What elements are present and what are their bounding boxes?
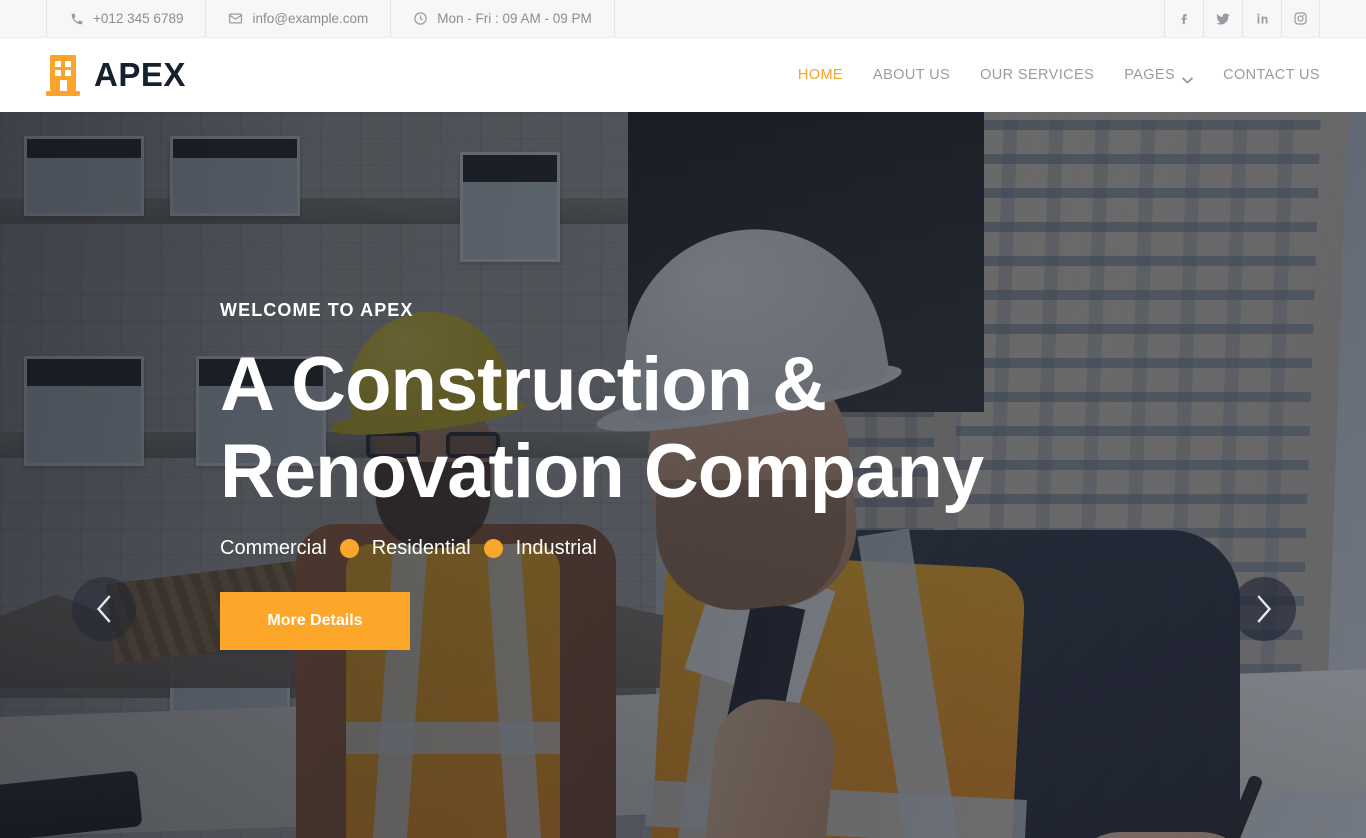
- hero-tag-residential: Residential: [371, 537, 471, 560]
- top-bar-contacts: +012 345 6789 info@example.com Mon - Fri…: [46, 0, 615, 37]
- hero-tag-industrial: Industrial: [515, 537, 597, 560]
- site-header: APEX HOME ABOUT US OUR SERVICES PAGES CO…: [0, 38, 1366, 112]
- nav-item-about-us[interactable]: ABOUT US: [873, 67, 950, 83]
- twitter-icon[interactable]: [1203, 0, 1242, 37]
- nav-item-home-label: HOME: [797, 67, 843, 83]
- nav-item-our-services[interactable]: OUR SERVICES: [980, 67, 1094, 83]
- nav-item-pages[interactable]: PAGES: [1124, 67, 1193, 84]
- hero-title-line-2: Renovation Company: [220, 429, 984, 514]
- topbar-hours-text: Mon - Fri : 09 AM - 09 PM: [437, 11, 592, 26]
- brand-name: APEX: [94, 56, 186, 93]
- brand-logo[interactable]: APEX: [46, 53, 186, 97]
- more-details-button[interactable]: More Details: [220, 592, 410, 651]
- linkedin-icon[interactable]: [1242, 0, 1281, 37]
- main-nav: HOME ABOUT US OUR SERVICES PAGES CONTACT…: [798, 67, 1320, 84]
- top-bar-socials: [1164, 0, 1320, 37]
- topbar-phone-text: +012 345 6789: [93, 11, 184, 26]
- hero-tag-commercial: Commercial: [220, 537, 327, 560]
- top-bar: +012 345 6789 info@example.com Mon - Fri…: [0, 0, 1366, 38]
- nav-item-pages-label: PAGES: [1124, 67, 1176, 83]
- nav-item-about-us-label: ABOUT US: [873, 67, 951, 83]
- chevron-right-icon: [1253, 594, 1275, 624]
- hero-slider: WELCOME TO APEX A Construction & Renovat…: [0, 112, 1366, 838]
- mail-icon: [228, 11, 243, 26]
- hero-title: A Construction & Renovation Company: [220, 341, 984, 516]
- hero-eyebrow: WELCOME TO APEX: [220, 299, 414, 320]
- topbar-email-text: info@example.com: [252, 11, 369, 26]
- topbar-email[interactable]: info@example.com: [205, 0, 390, 37]
- top-bar-spacer: [615, 0, 1164, 37]
- phone-icon: [69, 11, 84, 26]
- carousel-next-button[interactable]: [1232, 577, 1296, 641]
- topbar-phone[interactable]: +012 345 6789: [46, 0, 205, 37]
- nav-item-contact-us-label: CONTACT US: [1223, 67, 1320, 83]
- building-icon: [46, 53, 80, 97]
- bullet-dot-icon: [483, 539, 503, 559]
- instagram-icon[interactable]: [1281, 0, 1320, 37]
- clock-icon: [413, 11, 428, 26]
- nav-item-home[interactable]: HOME: [798, 67, 843, 83]
- topbar-hours: Mon - Fri : 09 AM - 09 PM: [390, 0, 615, 37]
- chevron-left-icon: [93, 594, 115, 624]
- facebook-icon[interactable]: [1164, 0, 1203, 37]
- nav-item-our-services-label: OUR SERVICES: [980, 67, 1095, 83]
- hero-title-line-1: A Construction &: [220, 341, 827, 427]
- bullet-dot-icon: [339, 539, 359, 559]
- nav-item-contact-us[interactable]: CONTACT US: [1223, 67, 1320, 83]
- hero-content: WELCOME TO APEX A Construction & Renovat…: [220, 112, 984, 838]
- chevron-down-icon: [1182, 72, 1193, 84]
- hero-tag-list: Commercial Residential Industrial: [220, 537, 983, 560]
- carousel-prev-button[interactable]: [72, 577, 136, 641]
